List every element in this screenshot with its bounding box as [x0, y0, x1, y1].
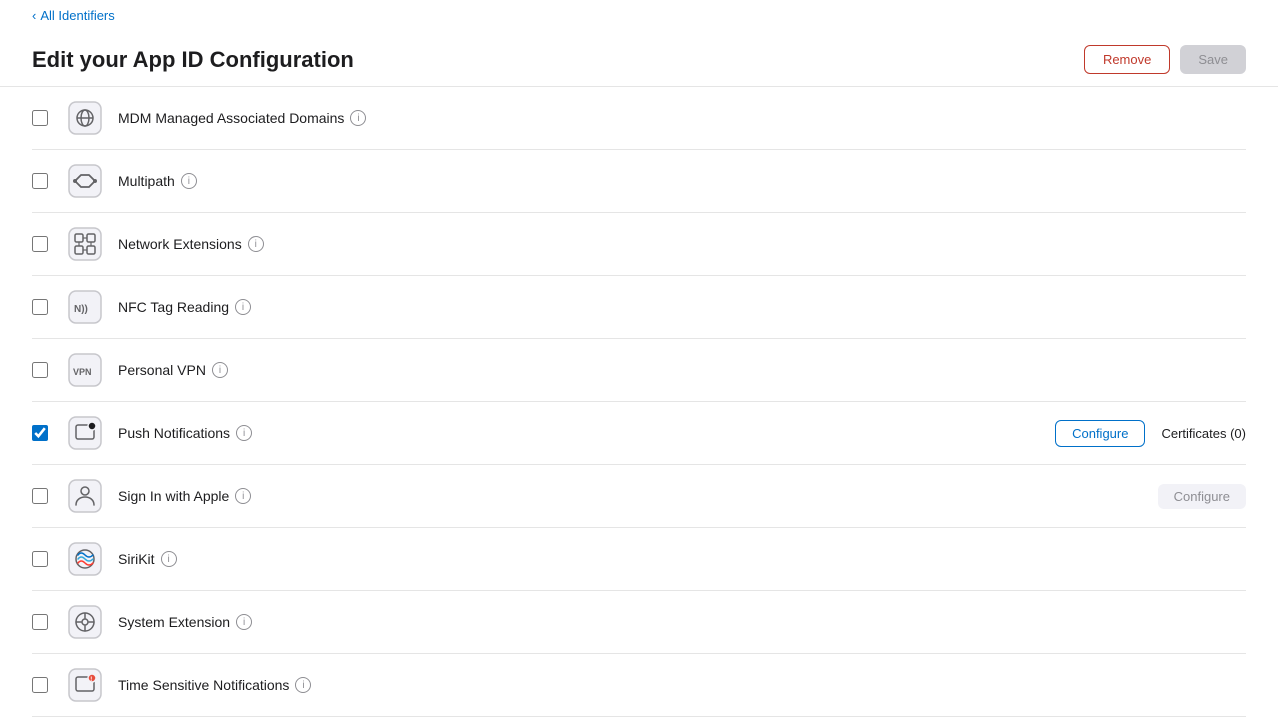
breadcrumb-arrow: ‹ — [32, 8, 36, 23]
checkbox-input-vpn[interactable] — [32, 362, 48, 378]
system-extension-icon — [64, 601, 106, 643]
capability-row-network-extensions: Network Extensions i — [32, 213, 1246, 276]
capabilities-list: MDM Managed Associated Domains i Multipa… — [0, 87, 1278, 717]
multipath-icon — [64, 160, 106, 202]
sign-in-apple-actions: Configure — [1158, 484, 1246, 509]
checkbox-nfc[interactable] — [32, 299, 64, 315]
time-sensitive-icon: ! — [64, 664, 106, 706]
checkbox-input-nfc[interactable] — [32, 299, 48, 315]
checkbox-time-sensitive[interactable] — [32, 677, 64, 693]
info-icon-vpn[interactable]: i — [212, 362, 228, 378]
capability-name-push-notifications: Push Notifications i — [118, 425, 1055, 441]
configure-push-notifications-button[interactable]: Configure — [1055, 420, 1145, 447]
capability-name-time-sensitive: Time Sensitive Notifications i — [118, 677, 1246, 693]
capability-name-multipath: Multipath i — [118, 173, 1246, 189]
capability-row-push-notifications: Push Notifications i Configure Certifica… — [32, 402, 1246, 465]
capability-row-sign-in-apple: Sign In with Apple i Configure — [32, 465, 1246, 528]
header-actions: Remove Save — [1084, 45, 1246, 74]
checkbox-sirikit[interactable] — [32, 551, 64, 567]
info-icon-sign-in-apple[interactable]: i — [235, 488, 251, 504]
checkbox-input-network-extensions[interactable] — [32, 236, 48, 252]
svg-text:!: ! — [90, 677, 92, 683]
svg-text:VPN: VPN — [73, 367, 92, 377]
capability-row-multipath: Multipath i — [32, 150, 1246, 213]
network-extensions-icon — [64, 223, 106, 265]
checkbox-input-multipath[interactable] — [32, 173, 48, 189]
checkbox-input-sign-in-apple[interactable] — [32, 488, 48, 504]
capability-row-system-extension: System Extension i — [32, 591, 1246, 654]
info-icon-mdm[interactable]: i — [350, 110, 366, 126]
remove-button[interactable]: Remove — [1084, 45, 1170, 74]
push-notifications-icon — [64, 412, 106, 454]
capability-name-mdm: MDM Managed Associated Domains i — [118, 110, 1246, 126]
capability-row-vpn: VPN Personal VPN i — [32, 339, 1246, 402]
capability-row-nfc: N)) NFC Tag Reading i — [32, 276, 1246, 339]
capability-name-sign-in-apple: Sign In with Apple i — [118, 488, 1158, 504]
checkbox-system-extension[interactable] — [32, 614, 64, 630]
capability-name-network-extensions: Network Extensions i — [118, 236, 1246, 252]
checkbox-input-sirikit[interactable] — [32, 551, 48, 567]
save-button: Save — [1180, 45, 1246, 74]
checkbox-sign-in-apple[interactable] — [32, 488, 64, 504]
checkbox-input-time-sensitive[interactable] — [32, 677, 48, 693]
info-icon-multipath[interactable]: i — [181, 173, 197, 189]
checkbox-vpn[interactable] — [32, 362, 64, 378]
capability-row-time-sensitive: ! Time Sensitive Notifications i — [32, 654, 1246, 717]
page-title: Edit your App ID Configuration — [32, 47, 354, 73]
checkbox-network-extensions[interactable] — [32, 236, 64, 252]
capability-name-system-extension: System Extension i — [118, 614, 1246, 630]
checkbox-input-system-extension[interactable] — [32, 614, 48, 630]
info-icon-nfc[interactable]: i — [235, 299, 251, 315]
breadcrumb[interactable]: ‹ All Identifiers — [32, 8, 1246, 23]
capability-row-mdm: MDM Managed Associated Domains i — [32, 87, 1246, 150]
vpn-icon: VPN — [64, 349, 106, 391]
capability-name-vpn: Personal VPN i — [118, 362, 1246, 378]
svg-text:N)): N)) — [74, 304, 88, 315]
checkbox-input-push-notifications[interactable] — [32, 425, 48, 441]
capability-name-nfc: NFC Tag Reading i — [118, 299, 1246, 315]
sign-in-apple-icon — [64, 475, 106, 517]
checkbox-input-mdm[interactable] — [32, 110, 48, 126]
info-icon-network-extensions[interactable]: i — [248, 236, 264, 252]
checkbox-mdm[interactable] — [32, 110, 64, 126]
checkbox-multipath[interactable] — [32, 173, 64, 189]
info-icon-time-sensitive[interactable]: i — [295, 677, 311, 693]
sirikit-icon — [64, 538, 106, 580]
checkbox-push-notifications[interactable] — [32, 425, 64, 441]
nfc-icon: N)) — [64, 286, 106, 328]
info-icon-push-notifications[interactable]: i — [236, 425, 252, 441]
push-notifications-actions: Configure Certificates (0) — [1055, 420, 1246, 447]
capability-name-sirikit: SiriKit i — [118, 551, 1246, 567]
capability-row-sirikit: SiriKit i — [32, 528, 1246, 591]
breadcrumb-label: All Identifiers — [40, 8, 114, 23]
info-icon-system-extension[interactable]: i — [236, 614, 252, 630]
push-notifications-certificates: Certificates (0) — [1161, 426, 1246, 441]
configure-sign-in-apple-button: Configure — [1158, 484, 1246, 509]
info-icon-sirikit[interactable]: i — [161, 551, 177, 567]
mdm-icon — [64, 97, 106, 139]
